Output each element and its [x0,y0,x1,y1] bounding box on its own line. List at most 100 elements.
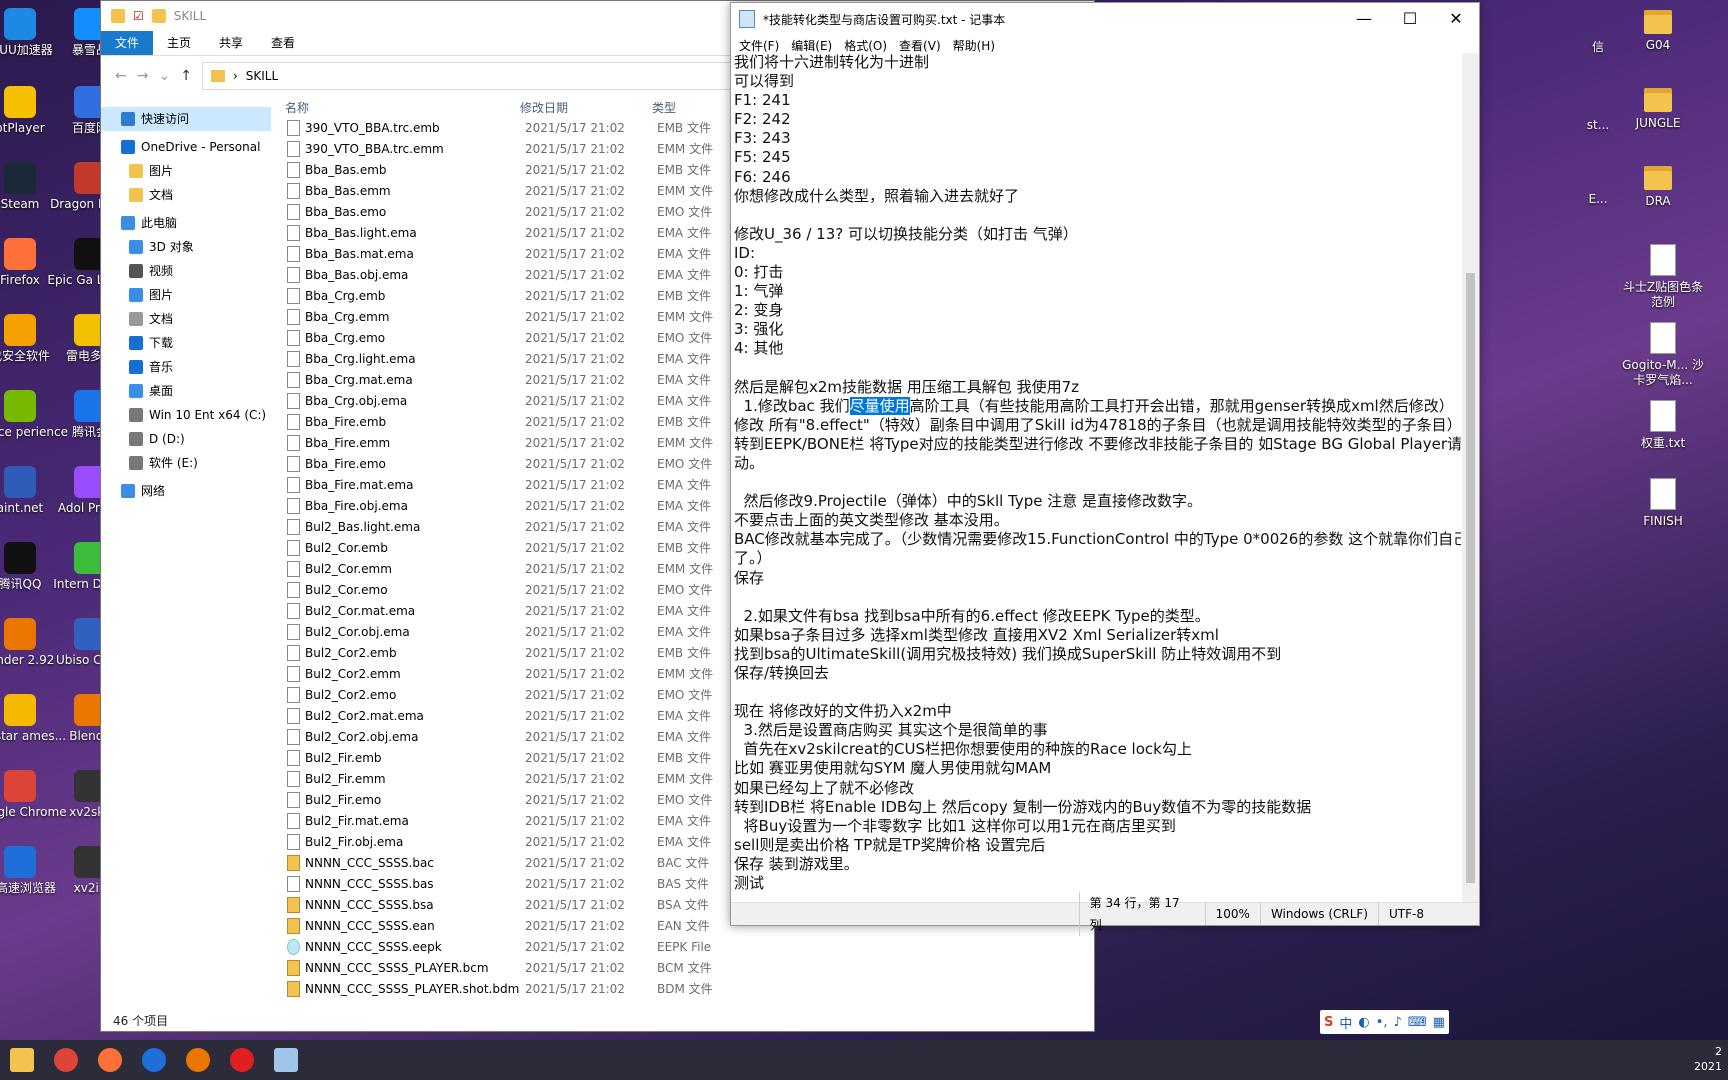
nav-item-icon [129,408,143,422]
cursor-position: 第 34 行，第 17 列 [1078,892,1205,936]
ribbon-tab-1[interactable]: 主页 [153,31,205,55]
nav-item[interactable]: 网络 [101,479,271,503]
file-date: 2021/5/17 21:02 [525,729,625,744]
taskbar-browser-button[interactable] [132,1040,176,1080]
nav-item[interactable]: D (D:) [101,427,271,451]
grid-icon[interactable]: ▦ [1433,1015,1445,1030]
text-line [734,206,1461,225]
table-row[interactable]: NNNN_CCC_SSSS_PLAYER.shot.bdm 2021/5/17 2… [281,978,1096,999]
file-name: Bba_Fire.mat.ema [305,477,414,492]
ime-toolbar[interactable]: S 中 ◐ •, ♪ ⌨ ▦ [1320,1010,1449,1034]
table-row[interactable]: NNNN_CCC_SSSS.eepk 2021/5/17 21:02 EEPK Fi… [281,936,1096,957]
nav-item[interactable]: 图片 [101,159,271,183]
notepad-window[interactable]: *技能转化类型与商店设置可购买.txt - 记事本 — ☐ ✕ 文件(F) 编辑(… [730,2,1480,936]
file-icon [287,980,300,997]
address-bar[interactable]: › SKILL [201,62,732,90]
text-line: 动。 [734,453,765,472]
file-name-cell: Bba_Crg.emb [281,287,522,304]
menu-item[interactable]: 格式(O) [838,37,893,54]
file-name-cell: Bul2_Fir.emo [281,791,522,808]
nav-item[interactable]: 文档 [101,307,271,331]
nav-item[interactable]: 软件 (E:) [101,451,271,475]
desktop-icon[interactable]: FINISH [1621,478,1705,529]
desktop-icon[interactable]: 斗士Z贴图色条范例 [1621,244,1705,310]
column-date-header[interactable]: 修改日期 [520,99,652,116]
text-line: F2: 242 [734,110,791,129]
text-line: 修改 所有"8.effect"（特效）副条目中调用了Skill id为47818… [734,415,1461,434]
chevron-down-icon[interactable]: ⌄ [158,68,170,84]
vertical-scrollbar[interactable] [1462,53,1479,903]
ime-mode[interactable]: 中 [1339,1013,1352,1032]
moon-icon[interactable]: ◐ [1358,1015,1369,1030]
text-editor[interactable]: 我们将十六进制转化为十进制 可以得到 F1: 241 F2: 242 F3: 243 F5… [734,53,1461,903]
file-icon [287,161,300,178]
minimize-button[interactable]: — [1341,3,1387,35]
nav-item[interactable]: 下载 [101,331,271,355]
nav-item[interactable]: Win 10 Ent x64 (C:) [101,403,271,427]
file-icon [287,665,300,682]
file-name: Bul2_Fir.emb [305,750,382,765]
text-line: 我们将十六进制转化为十进制 [734,53,930,71]
nav-item-icon [129,164,143,178]
file-icon [287,455,300,472]
keyboard-icon[interactable]: ⌨ [1408,1015,1427,1030]
back-arrow-icon[interactable]: ← [115,68,127,84]
nav-item[interactable]: 此电脑 [101,211,271,235]
maximize-button[interactable]: ☐ [1387,3,1433,35]
desktop-icon[interactable]: Gogito-M... 沙卡罗气焰... [1621,322,1705,388]
app-icon [4,694,36,726]
microphone-icon[interactable]: ♪ [1394,1015,1402,1030]
clock[interactable]: 2 2021 [1694,1044,1722,1074]
scrollbar-thumb[interactable] [1466,273,1475,883]
text-line: 保存/转换回去 [734,664,830,682]
taskbar-blender-button[interactable] [176,1040,220,1080]
file-date: 2021/5/17 21:02 [525,981,625,996]
desktop-icon[interactable]: JUNGLE [1616,88,1700,131]
file-name-cell: NNNN_CCC_SSSS.bac [281,854,522,871]
nav-item[interactable]: 音乐 [101,355,271,379]
nav-item[interactable]: 视频 [101,259,271,283]
taskbar-notepad-button[interactable] [264,1040,308,1080]
file-name: Bul2_Cor2.obj.ema [305,729,419,744]
nav-item[interactable]: 图片 [101,283,271,307]
taskbar-recorder-button[interactable] [220,1040,264,1080]
menu-item[interactable]: 帮助(H) [947,37,1001,54]
file-name: Bba_Crg.light.ema [305,351,416,366]
file-name-cell: Bul2_Cor.mat.ema [281,602,522,619]
nav-item[interactable]: OneDrive - Personal [101,135,271,159]
ribbon-tab-3[interactable]: 查看 [257,31,309,55]
file-icon [287,350,300,367]
file-date: 2021/5/17 21:02 [525,582,625,597]
text-line: ID: [734,243,756,262]
nav-item[interactable]: 3D 对象 [101,235,271,259]
ribbon-tab-2[interactable]: 共享 [205,31,257,55]
ribbon-tab-0[interactable]: 文件 [101,31,154,55]
punctuation-icon[interactable]: •, [1376,1015,1388,1030]
file-date: 2021/5/17 21:02 [525,540,625,555]
taskbar-chrome-button[interactable] [44,1040,88,1080]
desktop-icon[interactable]: 权重.txt [1621,400,1705,451]
nav-item[interactable]: 快速访问 [101,107,271,131]
notepad-titlebar[interactable]: *技能转化类型与商店设置可购买.txt - 记事本 — ☐ ✕ [731,3,1479,35]
taskbar-firefox-button[interactable] [88,1040,132,1080]
close-button[interactable]: ✕ [1433,3,1479,35]
nav-item[interactable]: 文档 [101,183,271,207]
chrome-icon [54,1048,78,1072]
menu-item[interactable]: 编辑(E) [785,37,838,54]
table-row[interactable]: NNNN_CCC_SSSS_PLAYER.bcm 2021/5/17 21:02 B… [281,957,1096,978]
up-arrow-icon[interactable]: ↑ [180,68,192,84]
column-name-header[interactable]: 名称 [281,99,520,116]
file-icon [287,119,300,136]
file-date: 2021/5/17 21:02 [525,435,625,450]
forward-arrow-icon[interactable]: → [137,68,149,84]
taskbar-file-explorer-button[interactable] [0,1040,44,1080]
nav-item-label: 下载 [149,336,174,350]
desktop-icon[interactable]: G04 [1616,10,1700,53]
menu-item[interactable]: 文件(F) [733,37,785,54]
menu-item[interactable]: 查看(V) [893,37,947,54]
app-icon [4,618,36,650]
file-icon [287,644,300,661]
desktop-icon[interactable]: DRA [1616,166,1700,209]
nav-item[interactable]: 桌面 [101,379,271,403]
file-name-cell: Bul2_Cor.emo [281,581,522,598]
